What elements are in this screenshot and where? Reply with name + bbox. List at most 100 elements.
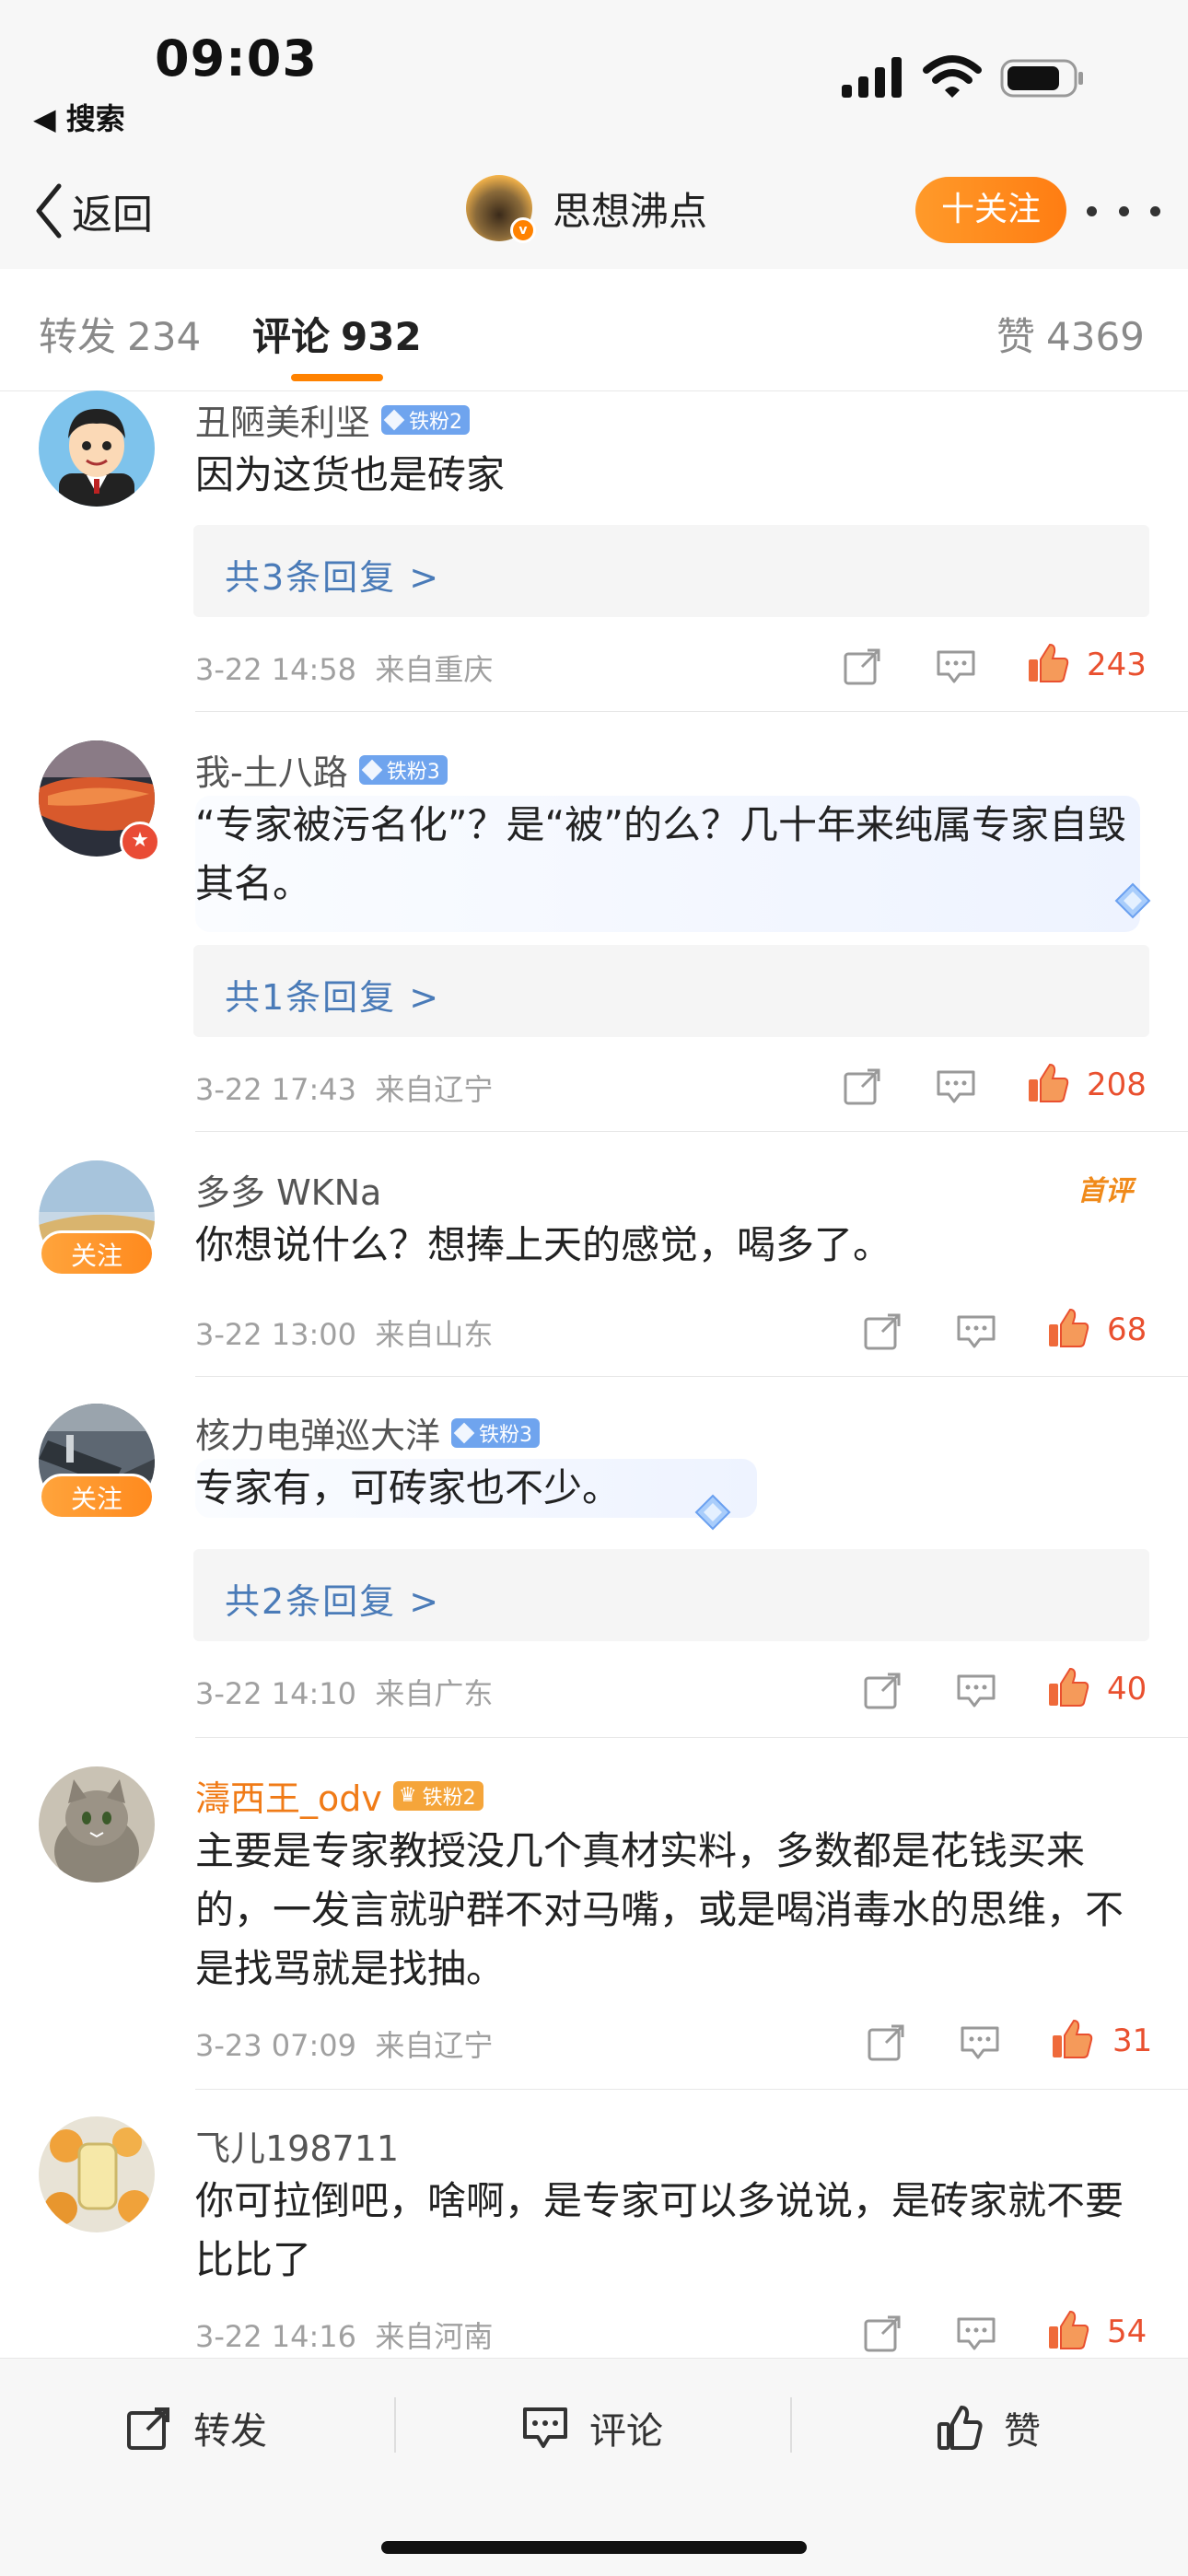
like-thumb-icon[interactable] — [1046, 1306, 1090, 1350]
follow-button[interactable]: 十关注 — [915, 177, 1066, 243]
comment-divider — [195, 711, 1188, 712]
username-text: 核力电弹巡大洋 — [195, 1416, 441, 1456]
comment-divider — [195, 1737, 1188, 1738]
avatar[interactable] — [39, 2116, 155, 2232]
avatar[interactable] — [39, 390, 155, 507]
comment-username[interactable]: 濤西王_odv ♛ 铁粉2 — [195, 1770, 483, 1821]
comment-text: “专家被污名化”？是“被”的么？几十年来纯属专家自毁其名。 — [195, 796, 1140, 932]
comment-divider — [195, 1376, 1188, 1377]
like-button[interactable]: 赞 — [936, 2401, 1041, 2454]
comment-divider — [195, 2089, 1188, 2090]
share-icon[interactable] — [862, 2314, 903, 2354]
badge-text: 铁粉3 — [479, 1423, 533, 1447]
comment-text: 专家有，可砖家也不少。 — [195, 1459, 757, 1518]
comment-time: 3-22 17:43 — [195, 1072, 357, 1107]
avatar[interactable] — [39, 1766, 155, 1882]
tab-comment[interactable]: 评论 932 — [252, 306, 422, 362]
comment-label: 评论 — [589, 2410, 663, 2453]
status-time: 09:03 — [155, 29, 318, 87]
tab-like-count: 4369 — [1046, 314, 1145, 359]
separator — [394, 2397, 396, 2453]
fan-badge: ♛ 铁粉2 — [392, 1780, 483, 1811]
follow-user-button[interactable]: 关注 — [39, 1230, 155, 1276]
replies-link[interactable]: 共1条回复 > — [193, 945, 1149, 1037]
like-thumb-icon[interactable] — [1026, 1061, 1070, 1105]
diamond-icon — [453, 1422, 475, 1443]
username-text: 我-土八路 — [195, 752, 348, 793]
tab-like[interactable]: 赞 4369 — [996, 306, 1145, 362]
tab-like-label: 赞 — [996, 314, 1036, 359]
back-button[interactable]: 返回 — [33, 177, 153, 245]
badge-text: 铁粉3 — [386, 760, 440, 784]
follow-user-button[interactable]: 关注 — [39, 1474, 155, 1520]
username-text: 丑陋美利坚 — [195, 402, 371, 443]
replies-link[interactable]: 共2条回复 > — [193, 1549, 1149, 1641]
username-text: 濤西王_odv — [195, 1778, 382, 1819]
like-thumb-icon[interactable] — [1046, 2308, 1090, 2352]
repost-label: 转发 — [193, 2410, 267, 2453]
back-label: 返回 — [72, 192, 153, 239]
comment-location: 来自重庆 — [375, 652, 494, 687]
comment-icon[interactable] — [956, 1313, 996, 1350]
comment-text: 主要是专家教授没几个真材实料，多数都是花钱买来的，一发言就驴群不对马嘴，或是喝消… — [195, 1828, 1124, 1991]
comment-username[interactable]: 丑陋美利坚 铁粉2 — [195, 394, 471, 445]
account-header[interactable]: v 思想沸点 — [466, 175, 707, 243]
account-avatar[interactable]: v — [466, 175, 536, 243]
wifi-icon — [923, 55, 982, 98]
comment-meta: 3-23 07:09 来自辽宁 — [195, 2022, 493, 2065]
like-label: 赞 — [1004, 2410, 1041, 2453]
chevron-left-icon — [36, 183, 62, 239]
share-icon[interactable] — [842, 647, 882, 687]
comment-icon[interactable] — [956, 1673, 996, 1709]
back-to-search-link[interactable]: ◀ 搜索 — [33, 96, 125, 138]
crown-icon: ♛ — [398, 1784, 417, 1807]
username-text: 多多 WKNa — [195, 1172, 382, 1213]
comment-meta: 3-22 14:58 来自重庆 — [195, 647, 493, 689]
diamond-sparkle-icon — [694, 1494, 731, 1531]
active-tab-indicator — [291, 374, 383, 381]
comment-icon[interactable] — [960, 2024, 1000, 2061]
replies-label: 共2条回复 > — [225, 1581, 441, 1622]
comment-meta: 3-22 14:10 来自广东 — [195, 1671, 493, 1713]
tab-repost[interactable]: 转发 234 — [39, 306, 201, 362]
first-review-tag: 首评 — [1077, 1175, 1133, 1207]
home-indicator[interactable] — [381, 2541, 807, 2554]
comment-icon[interactable] — [956, 2315, 996, 2352]
like-thumb-icon[interactable] — [1026, 641, 1070, 685]
tab-repost-label: 转发 — [39, 314, 117, 359]
fan-badge: 铁粉3 — [451, 1417, 541, 1448]
comment-time: 3-22 13:00 — [195, 1317, 357, 1352]
comment-username[interactable]: 多多 WKNa — [195, 1164, 381, 1215]
like-thumb-icon[interactable] — [1050, 2017, 1094, 2061]
replies-link[interactable]: 共3条回复 > — [193, 525, 1149, 617]
fan-badge: 铁粉2 — [381, 404, 471, 435]
account-name[interactable]: 思想沸点 — [553, 181, 707, 237]
comment-icon[interactable] — [936, 648, 976, 685]
comment-divider — [195, 1131, 1188, 1132]
share-icon[interactable] — [862, 1311, 903, 1352]
comment-username[interactable]: 核力电弹巡大洋 铁粉3 — [195, 1407, 541, 1458]
tab-comment-label: 评论 — [252, 314, 331, 359]
comment-username[interactable]: 我-土八路 铁粉3 — [195, 744, 448, 795]
repost-button[interactable]: 转发 — [125, 2401, 267, 2454]
more-options-icon[interactable] — [1087, 206, 1160, 217]
like-count: 40 — [1107, 1671, 1147, 1708]
separator — [790, 2397, 792, 2453]
badge-text: 铁粉2 — [409, 410, 463, 434]
diamond-icon — [361, 759, 383, 780]
tab-repost-count: 234 — [127, 314, 202, 359]
comment-icon[interactable] — [936, 1068, 976, 1105]
like-thumb-icon[interactable] — [1046, 1665, 1090, 1709]
comment-meta: 3-22 13:00 来自山东 — [195, 1311, 493, 1354]
like-count: 243 — [1087, 647, 1147, 683]
comment-button[interactable]: 评论 — [521, 2401, 663, 2454]
comment-text: 你想说什么？想捧上天的感觉，喝多了。 — [195, 1222, 892, 1267]
comment-location: 来自山东 — [375, 1317, 494, 1352]
tab-comment-count: 932 — [341, 314, 422, 359]
replies-label: 共1条回复 > — [225, 977, 441, 1018]
share-icon[interactable] — [862, 1671, 903, 1711]
share-icon[interactable] — [866, 2022, 906, 2063]
comment-username[interactable]: 飞儿198711 — [195, 2120, 399, 2171]
comment-text: 你可拉倒吧，啥啊，是专家可以多说说，是砖家就不要比比了 — [195, 2178, 1124, 2282]
share-icon[interactable] — [842, 1067, 882, 1107]
